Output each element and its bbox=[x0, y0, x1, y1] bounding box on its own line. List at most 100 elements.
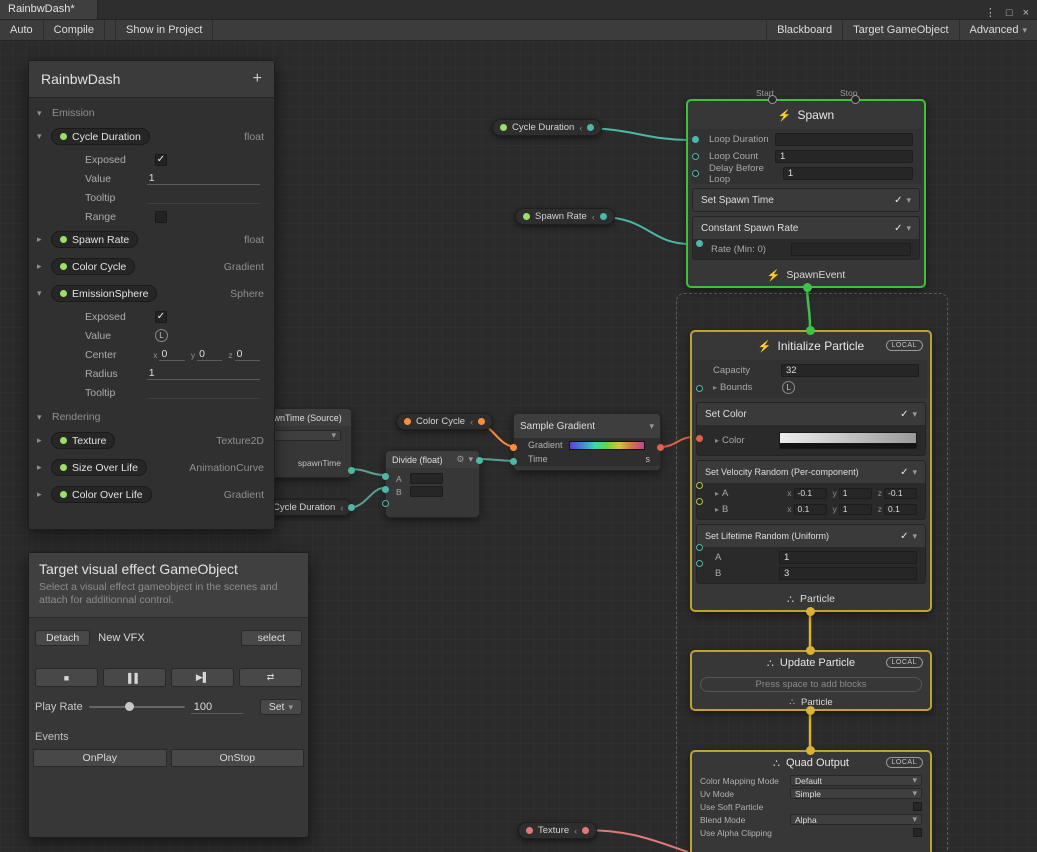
lifetime-b-field[interactable]: 3 bbox=[779, 567, 917, 580]
update-output-port[interactable] bbox=[806, 706, 815, 715]
value-field[interactable]: 1 bbox=[147, 172, 260, 185]
divide-node-header[interactable]: Divide (float) ⚙ ▾ bbox=[386, 451, 479, 468]
add-blocks-placeholder[interactable]: Press space to add blocks bbox=[700, 677, 922, 692]
color-mapping-mode-dropdown[interactable]: Default ▾ bbox=[790, 775, 922, 786]
quad-output-node[interactable]: ∴ Quad Output LOCAL Color Mapping Mode D… bbox=[690, 750, 932, 852]
chevron-right-icon[interactable]: ▸ bbox=[37, 489, 46, 500]
divide-extra-port[interactable] bbox=[382, 500, 389, 507]
sample-gradient-header[interactable]: Sample Gradient ▾ bbox=[514, 414, 660, 438]
blackboard-item-texture[interactable]: ▸ Texture Texture2D bbox=[29, 427, 274, 454]
bounds-port[interactable] bbox=[696, 385, 703, 392]
blend-mode-dropdown[interactable]: Alpha ▾ bbox=[790, 814, 922, 825]
divide-b-port[interactable] bbox=[382, 486, 389, 493]
blackboard-item-spawn-rate[interactable]: ▸ Spawn Rate float bbox=[29, 226, 274, 253]
divide-node[interactable]: Divide (float) ⚙ ▾ A B bbox=[385, 450, 480, 518]
check-icon[interactable]: ✓ bbox=[894, 223, 902, 234]
blackboard-header[interactable]: RainbwDash + bbox=[29, 61, 274, 98]
param-pill[interactable]: Color Over Life bbox=[51, 486, 152, 503]
velocity-b-x-field[interactable]: 0.1 bbox=[794, 504, 827, 515]
chevron-down-icon[interactable]: ▾ bbox=[912, 531, 917, 542]
chevron-right-icon[interactable]: ▸ bbox=[37, 462, 46, 473]
chevron-right-icon[interactable]: ▸ bbox=[37, 435, 46, 446]
update-node-header[interactable]: ∴ Update Particle LOCAL bbox=[692, 652, 930, 674]
use-soft-particle-checkbox[interactable] bbox=[913, 802, 922, 811]
quad-node-header[interactable]: ∴ Quad Output LOCAL bbox=[692, 752, 930, 774]
lifetime-a-field[interactable]: 1 bbox=[779, 551, 917, 564]
spawn-node-header[interactable]: ⚡ Spawn bbox=[688, 101, 924, 129]
velocity-a-y-field[interactable]: 1 bbox=[839, 488, 872, 499]
lifetime-b-port[interactable] bbox=[696, 560, 703, 567]
advanced-menu-button[interactable]: Advanced ▾ bbox=[959, 20, 1037, 40]
target-gameobject-toggle-button[interactable]: Target GameObject bbox=[842, 20, 958, 40]
set-velocity-random-block[interactable]: Set Velocity Random (Per-component) ✓ ▾ bbox=[697, 461, 925, 483]
output-port[interactable] bbox=[600, 213, 607, 220]
restart-button[interactable]: ⇄ bbox=[239, 668, 302, 687]
gradient-preview[interactable] bbox=[569, 441, 645, 450]
range-checkbox[interactable] bbox=[155, 211, 167, 223]
check-icon[interactable]: ✓ bbox=[894, 195, 902, 206]
spawntime-output-port[interactable] bbox=[348, 467, 355, 474]
param-pill[interactable]: Spawn Rate bbox=[51, 231, 138, 248]
velocity-b-y-field[interactable]: 1 bbox=[839, 504, 872, 515]
blackboard-item-color-over-life[interactable]: ▸ Color Over Life Gradient bbox=[29, 481, 274, 508]
auto-compile-button[interactable]: Auto bbox=[0, 20, 44, 40]
blackboard-item-cycle-duration[interactable]: ▾ Cycle Duration float bbox=[29, 123, 274, 150]
param-pill[interactable]: Cycle Duration bbox=[51, 128, 150, 145]
select-button[interactable]: select bbox=[241, 630, 302, 646]
param-pill-spawn-rate[interactable]: Spawn Rate ‹ bbox=[515, 208, 615, 225]
set-lifetime-random-block[interactable]: Set Lifetime Random (Uniform) ✓ ▾ bbox=[697, 525, 925, 547]
onstop-button[interactable]: OnStop bbox=[171, 749, 305, 767]
velocity-a-z-field[interactable]: -0.1 bbox=[884, 488, 917, 499]
detach-button[interactable]: Detach bbox=[35, 630, 90, 646]
velocity-b-port[interactable] bbox=[696, 498, 703, 505]
check-icon[interactable]: ✓ bbox=[900, 467, 908, 478]
radius-field[interactable]: 1 bbox=[147, 367, 260, 380]
close-icon[interactable]: × bbox=[1023, 7, 1029, 19]
exposed-checkbox[interactable]: ✓ bbox=[155, 311, 167, 323]
tooltip-field[interactable] bbox=[147, 192, 260, 204]
initialize-particle-node[interactable]: ⚡ Initialize Particle LOCAL Capacity 32 … bbox=[690, 330, 932, 612]
spawn-node[interactable]: Start Stop ⚡ Spawn Loop Duration Loop Co… bbox=[686, 99, 926, 288]
gradient-input-port[interactable] bbox=[510, 444, 517, 451]
divide-a-field[interactable] bbox=[410, 473, 443, 484]
divide-output-port[interactable] bbox=[476, 457, 483, 464]
blackboard-item-color-cycle[interactable]: ▸ Color Cycle Gradient bbox=[29, 253, 274, 280]
pause-button[interactable]: ▌▌ bbox=[103, 668, 166, 687]
time-input-port[interactable] bbox=[510, 458, 517, 465]
output-port[interactable] bbox=[582, 827, 589, 834]
exposed-checkbox[interactable]: ✓ bbox=[155, 154, 167, 166]
add-parameter-button[interactable]: + bbox=[253, 70, 262, 88]
category-rendering[interactable]: ▾ Rendering bbox=[29, 407, 274, 427]
stop-button[interactable]: ■ bbox=[35, 668, 98, 687]
loop-count-port[interactable] bbox=[692, 153, 699, 160]
loop-count-field[interactable]: 1 bbox=[775, 150, 913, 163]
maximize-icon[interactable]: □ bbox=[1006, 7, 1013, 19]
expander-icon[interactable]: ▸ bbox=[715, 505, 719, 514]
bounds-local-indicator[interactable]: L bbox=[782, 381, 795, 394]
param-pill-texture[interactable]: Texture ‹ bbox=[518, 822, 597, 839]
param-pill[interactable]: Size Over Life bbox=[51, 459, 147, 476]
expander-icon[interactable]: ▸ bbox=[715, 436, 719, 445]
expander-icon[interactable]: ▸ bbox=[715, 489, 719, 498]
set-rate-button[interactable]: Set ▾ bbox=[260, 699, 302, 715]
blackboard-toggle-button[interactable]: Blackboard bbox=[766, 20, 842, 40]
set-color-block[interactable]: Set Color ✓ ▾ bbox=[697, 403, 925, 425]
chevron-down-icon[interactable]: ▾ bbox=[37, 131, 46, 142]
quad-input-port[interactable] bbox=[806, 746, 815, 755]
chevron-down-icon[interactable]: ▾ bbox=[37, 288, 46, 299]
update-input-port[interactable] bbox=[806, 646, 815, 655]
velocity-a-port[interactable] bbox=[696, 482, 703, 489]
slider-knob[interactable] bbox=[125, 702, 134, 711]
chevron-down-icon[interactable]: ▾ bbox=[906, 223, 911, 234]
blackboard-item-size-over-life[interactable]: ▸ Size Over Life AnimationCurve bbox=[29, 454, 274, 481]
kebab-menu-icon[interactable]: ⋮ bbox=[985, 6, 996, 19]
gear-icon[interactable]: ⚙ bbox=[456, 454, 464, 465]
onplay-button[interactable]: OnPlay bbox=[33, 749, 167, 767]
velocity-b-z-field[interactable]: 0.1 bbox=[884, 504, 917, 515]
expander-icon[interactable]: ▸ bbox=[713, 383, 717, 392]
play-rate-slider[interactable] bbox=[89, 706, 185, 708]
center-z-field[interactable]: 0 bbox=[235, 348, 260, 361]
spawn-output-port[interactable] bbox=[803, 283, 812, 292]
capacity-field[interactable]: 32 bbox=[781, 364, 919, 377]
spawn-start-port[interactable] bbox=[768, 95, 777, 104]
